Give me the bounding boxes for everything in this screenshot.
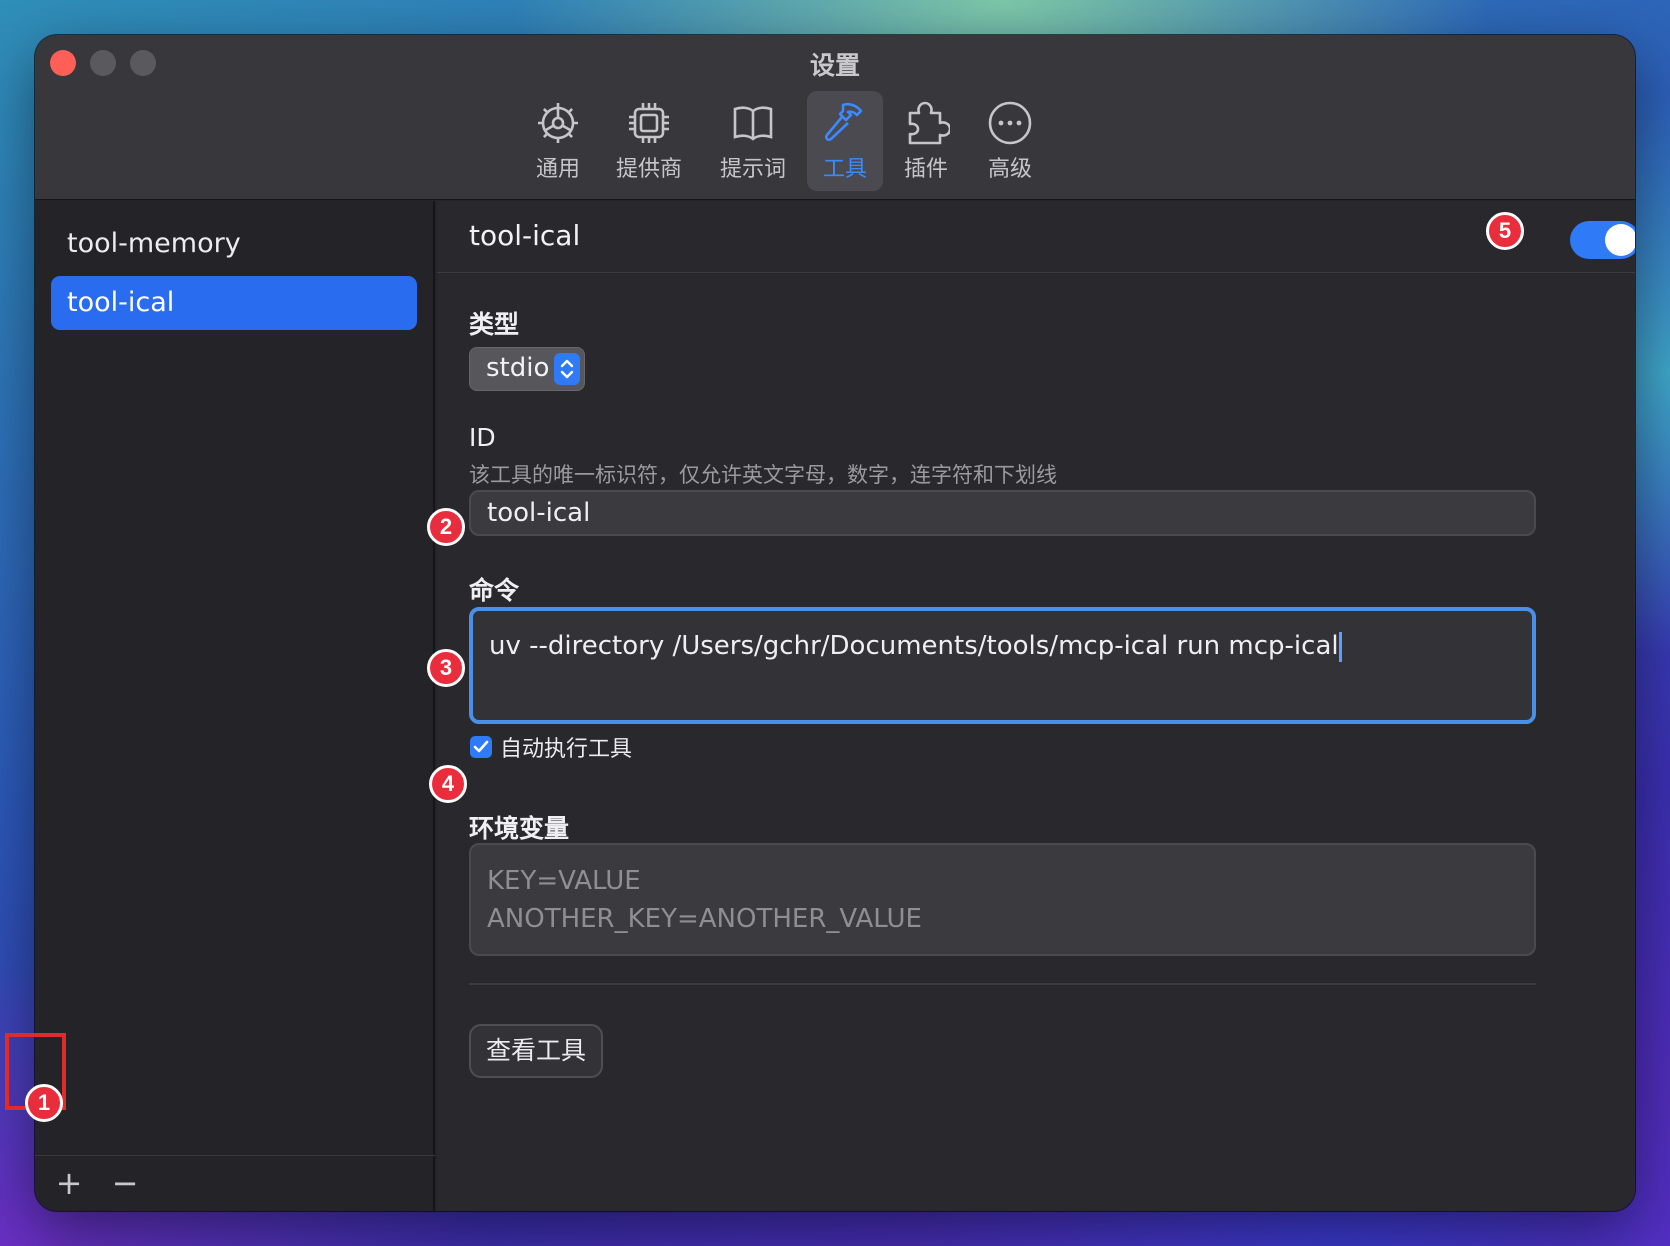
annotation-badge-1: 1: [25, 1084, 63, 1122]
tool-enabled-toggle[interactable]: [1570, 221, 1635, 259]
select-arrows-icon: [554, 353, 580, 385]
tool-detail-panel: tool-ical 类型 stdio ID 该工具的唯一标识符，仅允许英文字母，…: [437, 201, 1635, 1211]
checkmark-icon: [473, 740, 489, 753]
tab-plugins-label: 插件: [903, 157, 948, 182]
id-input-value: tool-ical: [487, 498, 591, 528]
tab-advanced-label: 高级: [987, 157, 1032, 182]
env-placeholder-line: ANOTHER_KEY=ANOTHER_VALUE: [487, 904, 922, 934]
tool-sidebar: tool-memory tool-ical + −: [35, 201, 435, 1211]
title-bar: 设置 通用 提供商 提示词 工具 插件 高级: [35, 35, 1635, 200]
tab-general[interactable]: 通用: [523, 91, 593, 191]
sidebar-item-tool-ical[interactable]: tool-ical: [51, 276, 417, 330]
text-caret: [1338, 631, 1342, 662]
command-input-value: uv --directory /Users/gchr/Documents/too…: [489, 631, 1339, 661]
hammer-icon: [824, 102, 863, 142]
annotation-badge-3: 3: [427, 649, 465, 687]
window-title: 设置: [809, 51, 860, 80]
env-textarea[interactable]: KEY=VALUE ANOTHER_KEY=ANOTHER_VALUE: [469, 843, 1536, 956]
puzzle-icon: [908, 101, 950, 145]
cpu-chip-icon: [629, 103, 669, 143]
sidebar-footer: + −: [35, 1155, 435, 1211]
detail-header: tool-ical: [437, 201, 1635, 273]
tab-providers[interactable]: 提供商: [611, 91, 687, 191]
tab-general-label: 通用: [535, 157, 580, 182]
tab-prompts[interactable]: 提示词: [713, 91, 793, 191]
add-tool-button[interactable]: +: [51, 1166, 87, 1202]
tab-prompts-label: 提示词: [719, 157, 786, 182]
annotation-badge-2: 2: [427, 508, 465, 546]
remove-tool-button[interactable]: −: [107, 1166, 143, 1202]
settings-toolbar: 通用 提供商 提示词 工具 插件 高级: [35, 91, 1635, 191]
auto-execute-checkbox[interactable]: [470, 736, 492, 758]
tab-plugins[interactable]: 插件: [891, 91, 961, 191]
tab-advanced[interactable]: 高级: [975, 91, 1045, 191]
tab-tools-label: 工具: [822, 157, 867, 182]
annotation-badge-4: 4: [429, 765, 467, 803]
settings-window: 设置 通用 提供商 提示词 工具 插件 高级 tool-memory tool-…: [35, 35, 1635, 1211]
env-label: 环境变量: [469, 814, 570, 843]
tab-providers-label: 提供商: [615, 157, 682, 182]
auto-execute-label[interactable]: 自动执行工具: [500, 731, 632, 763]
more-icon: [988, 101, 1032, 145]
tool-title: tool-ical: [469, 219, 581, 252]
command-label: 命令: [469, 576, 520, 605]
env-placeholder-line: KEY=VALUE: [487, 866, 641, 896]
sidebar-item-tool-memory[interactable]: tool-memory: [51, 217, 417, 271]
id-label: ID: [469, 423, 496, 452]
view-tools-button[interactable]: 查看工具: [469, 1024, 603, 1078]
book-icon: [733, 106, 773, 141]
id-input[interactable]: tool-ical: [469, 490, 1536, 536]
type-select-value: stdio: [486, 353, 550, 383]
type-select[interactable]: stdio: [469, 347, 585, 391]
tab-tools[interactable]: 工具: [807, 91, 883, 191]
id-help-text: 该工具的唯一标识符，仅允许英文字母，数字，连字符和下划线: [469, 463, 1057, 487]
annotation-badge-5: 5: [1486, 212, 1524, 250]
toggle-knob: [1605, 224, 1635, 256]
section-divider: [469, 983, 1536, 985]
type-label: 类型: [469, 310, 520, 339]
command-input[interactable]: uv --directory /Users/gchr/Documents/too…: [469, 607, 1536, 724]
gear-icon: [538, 103, 578, 143]
